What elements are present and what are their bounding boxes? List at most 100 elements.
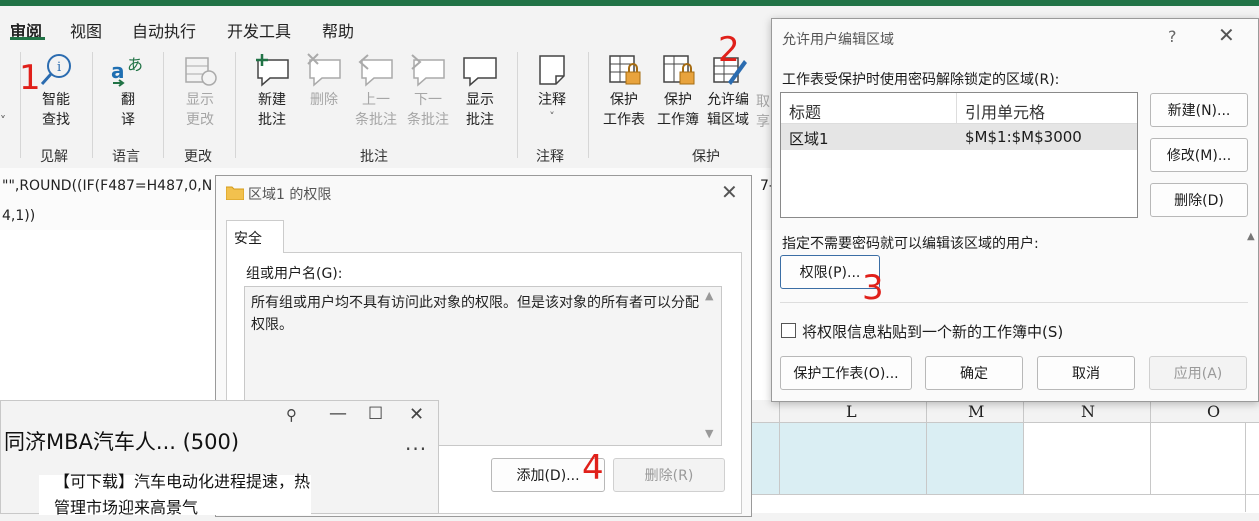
formula-text: "",ROUND((IF(F487=H487,0,N [2,178,213,194]
show-changes-button[interactable]: 显示 更改 [176,52,224,130]
chevron-down-icon: ˅ [549,110,555,123]
svg-text:i: i [57,60,61,75]
ranges-label: 工作表受保护时使用密码解除锁定的区域(R): [782,72,1060,88]
tab-view[interactable]: 视图 [70,18,102,42]
chat-message[interactable]: 【可下载】汽车电动化进程提速，热管理市场迎来高景气 [39,472,311,517]
show-comments-button[interactable]: 显示 批注 [456,52,504,130]
range-ref: $M$1:$M$3000 [965,128,1082,146]
selected-cells[interactable] [752,423,1023,494]
active-tab-indicator [10,37,45,40]
help-icon[interactable]: ? [1168,27,1177,46]
protect-sheet-dialog-label: 保护工作表(O)... [793,366,899,382]
annotation-2: 2 [718,30,740,70]
group-divider [235,52,236,158]
tab-developer[interactable]: 开发工具 [227,18,291,42]
new-comment-button[interactable]: 新建 批注 [246,52,298,130]
next-comment-button[interactable]: 下一 条批注 [404,52,452,130]
more-icon[interactable]: ... [405,431,427,455]
new-comment-label: 新建 批注 [258,92,286,128]
chat-message-text: 【可下载】汽车电动化进程提速，热管理市场迎来高景气 [54,472,311,517]
svg-text:a: a [111,59,125,83]
protect-sheet-icon [609,55,641,85]
apply-label: 应用(A) [1173,366,1223,382]
show-changes-icon [185,57,217,86]
group-label-language: 语言 [112,149,140,165]
sheet-row[interactable] [752,494,1259,513]
new-comment-icon [256,54,289,87]
ranges-list[interactable]: 标题 引用单元格 区域1 $M$1:$M$3000 [780,92,1138,218]
column-header-m[interactable]: M [968,402,984,421]
annotation-3: 3 [862,268,884,308]
show-comments-label: 显示 批注 [466,92,494,128]
protect-workbook-icon [663,55,695,85]
modify-range-button[interactable]: 修改(M)... [1150,138,1248,172]
no-permissions-message: 所有组或用户均不具有访问此对象的权限。但是该对象的所有者可以分配权限。 [251,295,699,333]
svg-text:あ: あ [127,55,143,74]
maximize-icon[interactable]: ☐ [368,404,383,424]
tab-security-label: 安全 [234,231,262,247]
folder-icon [226,186,244,200]
notes-button[interactable]: 注释 ˅ [528,52,576,124]
tab-help[interactable]: 帮助 [322,18,354,42]
protect-workbook-button[interactable]: 保护 工作簿 [652,52,704,130]
paste-permissions-checkbox[interactable] [781,323,796,338]
apply-button[interactable]: 应用(A) [1149,356,1247,390]
minimize-icon[interactable]: — [329,403,347,424]
scroll-down-icon[interactable]: ▼ [705,427,713,440]
group-label-comments: 批注 [360,149,388,165]
column-header-n[interactable]: N [1081,402,1095,421]
pin-icon[interactable]: ⚲ [286,406,297,424]
delete-comment-button[interactable]: 删除 [302,52,346,110]
cancel-label: 取消 [1072,366,1100,382]
formula-text-line2: 4,1)) [2,208,36,224]
show-comments-icon [463,57,497,87]
column-header-l[interactable]: L [846,402,857,421]
group-label-protect: 保护 [692,149,720,165]
next-comment-icon [411,54,445,87]
dialog-title: 区域1 的权限 [248,187,332,203]
delete-range-button[interactable]: 删除(D) [1150,183,1248,217]
unshare-label: 取 享 [756,94,770,130]
ok-button[interactable]: 确定 [925,356,1023,390]
notes-icon [539,55,565,85]
smart-lookup-label: 智能 查找 [42,92,70,128]
column-header-ref[interactable]: 引用单元格 [965,99,1045,123]
scroll-up-icon[interactable]: ▲ [1247,231,1255,242]
cancel-button[interactable]: 取消 [1037,356,1135,390]
annotation-1: 1 [19,58,41,98]
annotation-4: 4 [582,448,604,488]
protect-sheet-button[interactable]: 保护 工作表 [598,52,650,130]
unshare-button[interactable]: 取 享 [756,92,770,132]
group-divider [588,52,589,158]
group-label-notes: 注释 [536,149,564,165]
protect-sheet-label: 保护 工作表 [603,92,645,128]
new-range-button[interactable]: 新建(N)... [1150,93,1248,127]
dialog-title: 允许用户编辑区域 [782,32,894,48]
group-users-label: 组或用户名(G): [246,266,343,282]
scroll-up-icon[interactable]: ▲ [705,289,713,302]
divider [780,302,1248,303]
remove-button[interactable]: 删除(R) [613,458,725,492]
list-item[interactable] [781,124,1137,150]
tab-automate[interactable]: 自动执行 [132,18,196,42]
allow-edit-ranges-dialog: 允许用户编辑区域 ? ✕ 工作表受保护时使用密码解除锁定的区域(R): 标题 引… [771,18,1259,402]
column-headers: L M N O [752,400,1259,423]
column-header-o[interactable]: O [1207,402,1220,421]
delete-comment-icon [307,53,341,87]
protect-sheet-dialog-button[interactable]: 保护工作表(O)... [780,356,912,390]
show-changes-label: 显示 更改 [186,92,214,128]
group-label-insights: 见解 [40,149,68,165]
previous-comment-button[interactable]: 上一 条批注 [352,52,400,130]
ok-label: 确定 [960,366,988,382]
column-header-title[interactable]: 标题 [789,99,821,123]
paste-permissions-label[interactable]: 将权限信息粘贴到一个新的工作簿中(S) [802,321,1063,342]
remove-button-label: 删除(R) [644,468,694,484]
close-icon[interactable]: ✕ [409,404,424,425]
next-comment-label: 下一 条批注 [407,92,449,128]
previous-comment-icon [358,54,393,87]
group-divider [163,52,164,158]
close-icon[interactable]: ✕ [721,180,738,204]
translate-button[interactable]: a あ 翻 译 [104,52,152,130]
close-icon[interactable]: ✕ [1218,23,1235,47]
translate-icon: a あ [111,55,143,87]
